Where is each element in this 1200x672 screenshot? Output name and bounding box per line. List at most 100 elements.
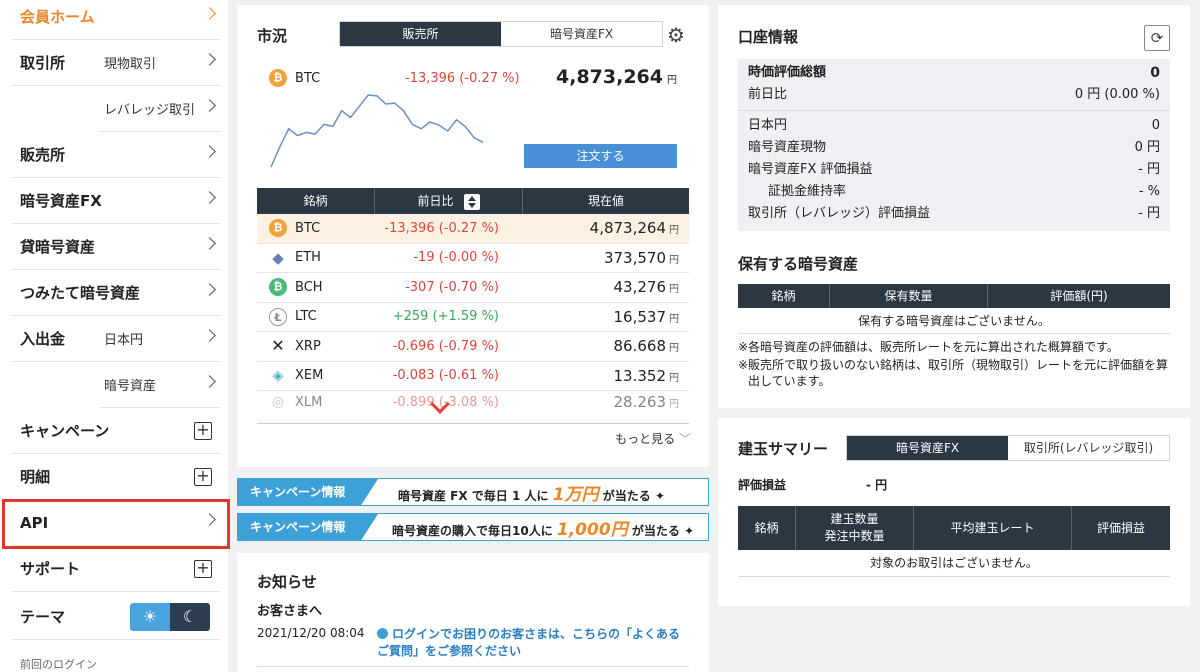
- table-row[interactable]: ◎ XLM -0.899 (-3.08 %) 28.263 円: [257, 391, 689, 413]
- sidebar-item-exchange[interactable]: 取引所 現物取引: [12, 40, 220, 86]
- sidebar-item-home[interactable]: 会員ホーム: [12, 0, 220, 40]
- account-title: 口座情報: [738, 28, 799, 46]
- yen-label: 円: [669, 313, 679, 325]
- banner-tag: キャンペーン情報: [238, 479, 378, 505]
- coin-symbol: LTC: [295, 309, 317, 325]
- sidebar: 会員ホーム 取引所 現物取引 レバレッジ取引 販売所 暗号資産FX 貸暗号資産 …: [0, 0, 228, 672]
- sidebar-item-leverage[interactable]: レバレッジ取引: [100, 86, 220, 132]
- campaign-banner-purchase[interactable]: キャンペーン情報 暗号資産の購入で毎日10人に 1,000円 が当たる ✦: [237, 513, 709, 541]
- yen-label: 円: [669, 343, 679, 355]
- sidebar-item-deposit[interactable]: 入出金 日本円: [12, 316, 220, 362]
- sidebar-item-sales[interactable]: 販売所: [12, 132, 220, 178]
- chevron-right-icon: [203, 329, 216, 342]
- top-price-value: 4,873,264: [556, 66, 663, 88]
- col-name: 銘柄: [257, 188, 375, 214]
- yen-label: 円: [667, 75, 677, 86]
- table-divider: [257, 423, 689, 424]
- chevron-right-icon: [203, 53, 216, 66]
- change-cell: -13,396 (-0.27 %): [384, 220, 499, 236]
- sidebar-exchange-label: 取引所: [20, 54, 66, 72]
- table-row[interactable]: ✕ XRP -0.696 (-0.79 %) 86.668 円: [257, 332, 689, 362]
- jpy-value: 0: [1151, 118, 1160, 133]
- tab-sales[interactable]: 販売所: [340, 22, 501, 46]
- sun-icon[interactable]: ☀: [130, 603, 170, 631]
- fx-row: 暗号資産FX 評価損益 - 円: [738, 159, 1170, 181]
- positions-table-header: 銘柄 建玉数量 発注中数量 平均建玉レート 評価損益: [738, 506, 1170, 550]
- chevron-right-icon: [203, 283, 216, 296]
- more-link[interactable]: もっと見る ﹀: [615, 430, 691, 447]
- positions-col-rate: 平均建玉レート: [914, 506, 1072, 550]
- xem-icon: ◈: [272, 367, 284, 384]
- sidebar-item-cfx[interactable]: 暗号資産FX: [12, 178, 220, 224]
- holdings-empty: 保有する暗号資産はございません。: [738, 308, 1170, 334]
- table-row[interactable]: ◈ XEM -0.083 (-0.61 %) 13.352 円: [257, 362, 689, 391]
- jpy-row: 日本円 0: [738, 115, 1170, 137]
- plus-icon[interactable]: +: [194, 560, 212, 578]
- tab-positions-fx[interactable]: 暗号資産FX: [847, 436, 1008, 460]
- col-change-label: 前日比: [417, 194, 454, 208]
- positions-col-qty1: 建玉数量: [830, 512, 879, 526]
- spot-row: 暗号資産現物 0 円: [738, 137, 1170, 159]
- moon-icon[interactable]: ☾: [170, 603, 210, 631]
- sidebar-support-label: サポート: [20, 560, 81, 578]
- coin-cell: ◎ XLM: [257, 393, 375, 411]
- sidebar-campaign-label: キャンペーン: [20, 422, 110, 440]
- dot-icon: [377, 628, 388, 639]
- price-cell: 28.263 円: [509, 393, 689, 411]
- market-table: 銘柄 前日比 現在値 ₿ BTC -13,396 (-0.27 %) 4,873,26…: [257, 188, 689, 413]
- sidebar-item-statement[interactable]: 明細 +: [12, 454, 220, 500]
- holdings-col-name: 銘柄: [738, 284, 830, 308]
- total-value: 0: [1150, 65, 1160, 81]
- table-row[interactable]: ₿ BCH -307 (-0.70 %) 43,276 円: [257, 273, 689, 303]
- more-label: もっと見る: [615, 432, 676, 446]
- news-title: お知らせ: [257, 573, 317, 591]
- order-button[interactable]: 注文する: [524, 144, 677, 168]
- eth-icon: ◆: [272, 248, 284, 267]
- news-subtitle: お客さまへ: [257, 604, 323, 619]
- news-divider: [257, 666, 689, 667]
- sparkline-series: [270, 94, 484, 168]
- sidebar-item-lending[interactable]: 貸暗号資産: [12, 224, 220, 270]
- coin-symbol: XRP: [295, 338, 321, 354]
- coin-cell: ◈ XEM: [257, 367, 375, 385]
- yen-label: 円: [669, 254, 679, 266]
- sidebar-item-crypto-deposit[interactable]: 暗号資産: [100, 362, 220, 408]
- ltc-icon: Ł: [269, 307, 287, 326]
- plus-icon[interactable]: +: [194, 468, 212, 486]
- campaign-banner-fx[interactable]: キャンペーン情報 暗号資産 FX で毎日 1 人に 1万円 が当たる ✦: [237, 478, 709, 506]
- price-value: 16,537: [613, 307, 667, 326]
- gear-icon[interactable]: ⚙: [667, 23, 685, 47]
- price-value: 13.352: [613, 366, 667, 385]
- coin-cell: Ł LTC: [257, 307, 375, 326]
- table-row[interactable]: ₿ BTC -13,396 (-0.27 %) 4,873,264 円: [257, 214, 689, 244]
- holdings-title: 保有する暗号資産: [738, 255, 859, 273]
- margin-row: 証拠金維持率 - %: [738, 181, 1170, 203]
- news-item[interactable]: ログインでお困りのお客さまは、こちらの「よくあるご質問」をご参照ください: [377, 626, 689, 660]
- tab-positions-leverage[interactable]: 取引所(レバレッジ取引): [1008, 436, 1169, 460]
- table-row[interactable]: Ł LTC +259 (+1.59 %) 16,537 円: [257, 303, 689, 332]
- sidebar-item-campaign[interactable]: キャンペーン +: [12, 408, 220, 454]
- table-row[interactable]: ◆ ETH -19 (-0.00 %) 373,570 円: [257, 244, 689, 273]
- plus-icon[interactable]: +: [194, 422, 212, 440]
- account-panel: 口座情報 ⟳ 時価評価総額 0 前日比 0 円 (0.00 %) 日本円 0 暗号資産…: [718, 5, 1190, 408]
- holdings-col-value: 評価額(円): [1050, 289, 1108, 303]
- sidebar-item-theme: テーマ ☀ ☾: [12, 594, 220, 640]
- price-value: 373,570: [603, 248, 666, 267]
- margin-label: 証拠金維持率: [768, 184, 847, 199]
- lev-label: 取引所（レバレッジ）評価損益: [748, 206, 931, 221]
- double-chevron-down-icon: ﹀: [678, 432, 691, 446]
- market-tabs: 販売所 暗号資産FX: [339, 21, 663, 47]
- col-price: 現在値: [587, 194, 624, 208]
- news-panel: お知らせ お客さまへ 2021/12/20 08:04 ログインでお困りのお客さ…: [237, 553, 709, 672]
- top-change: -13,396 (-0.27 %): [405, 71, 520, 86]
- banner-post: が当たる: [631, 523, 680, 538]
- sidebar-item-tsumitate[interactable]: つみたて暗号資産: [12, 270, 220, 316]
- change-cell: +259 (+1.59 %): [392, 309, 499, 325]
- tab-fx[interactable]: 暗号資産FX: [501, 22, 662, 46]
- refresh-icon[interactable]: ⟳: [1144, 25, 1170, 51]
- sort-icon[interactable]: [463, 193, 480, 210]
- btc-icon: ₿: [269, 219, 287, 238]
- theme-toggle[interactable]: ☀ ☾: [130, 603, 210, 631]
- col-change[interactable]: 前日比: [375, 188, 523, 214]
- sidebar-item-support[interactable]: サポート +: [12, 546, 220, 592]
